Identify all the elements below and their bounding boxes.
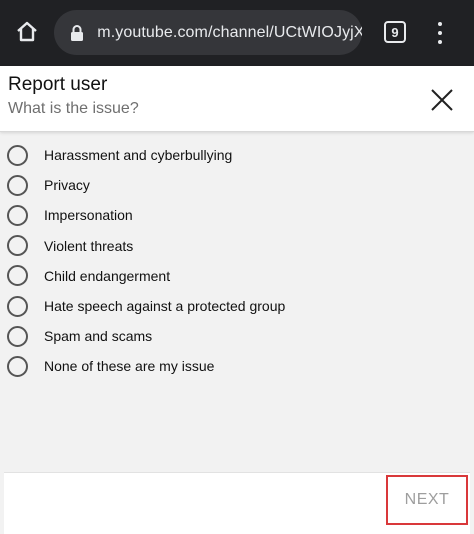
option-none[interactable]: None of these are my issue bbox=[0, 351, 474, 381]
home-button[interactable] bbox=[12, 17, 42, 47]
close-icon bbox=[431, 89, 453, 111]
option-harassment[interactable]: Harassment and cyberbullying bbox=[0, 140, 474, 170]
url-text: m.youtube.com/channel/UCtWIOJyjXx bbox=[97, 23, 362, 41]
browser-toolbar: m.youtube.com/channel/UCtWIOJyjXx 9 bbox=[0, 0, 474, 66]
overflow-menu-icon bbox=[438, 22, 442, 26]
radio-icon[interactable] bbox=[7, 174, 28, 196]
option-label: Spam and scams bbox=[44, 328, 153, 345]
option-label: Hate speech against a protected group bbox=[44, 298, 286, 315]
radio-icon[interactable] bbox=[7, 235, 28, 257]
dialog-title: Report user bbox=[8, 74, 108, 95]
tab-count: 9 bbox=[391, 24, 399, 40]
overflow-menu-button[interactable] bbox=[430, 19, 450, 47]
option-child-endangerment[interactable]: Child endangerment bbox=[0, 261, 474, 291]
option-label: Harassment and cyberbullying bbox=[44, 147, 233, 164]
option-label: Impersonation bbox=[44, 207, 133, 224]
report-user-dialog: Report user What is the issue? Harassmen… bbox=[0, 66, 474, 534]
radio-icon[interactable] bbox=[7, 355, 28, 377]
option-spam-scams[interactable]: Spam and scams bbox=[0, 321, 474, 351]
lock-icon bbox=[68, 24, 85, 42]
radio-icon[interactable] bbox=[7, 204, 28, 226]
option-label: Child endangerment bbox=[44, 267, 171, 284]
issue-options-list: Harassment and cyberbullying Privacy Imp… bbox=[0, 140, 474, 382]
option-impersonation[interactable]: Impersonation bbox=[0, 200, 474, 230]
tab-switcher-button[interactable]: 9 bbox=[384, 21, 406, 43]
option-label: None of these are my issue bbox=[44, 358, 215, 375]
option-privacy[interactable]: Privacy bbox=[0, 170, 474, 200]
address-bar[interactable]: m.youtube.com/channel/UCtWIOJyjXx bbox=[54, 10, 362, 55]
radio-icon[interactable] bbox=[7, 144, 28, 166]
option-hate-speech[interactable]: Hate speech against a protected group bbox=[0, 291, 474, 321]
radio-icon[interactable] bbox=[7, 265, 28, 287]
radio-icon[interactable] bbox=[7, 325, 28, 347]
home-icon bbox=[17, 21, 37, 42]
option-label: Privacy bbox=[44, 177, 90, 194]
dialog-subtitle: What is the issue? bbox=[8, 100, 139, 117]
dialog-footer: NEXT bbox=[4, 472, 470, 534]
next-button[interactable]: NEXT bbox=[386, 475, 468, 525]
option-violent-threats[interactable]: Violent threats bbox=[0, 231, 474, 261]
dialog-header: Report user What is the issue? bbox=[0, 66, 474, 132]
option-label: Violent threats bbox=[44, 237, 134, 254]
radio-icon[interactable] bbox=[7, 295, 28, 317]
close-button[interactable] bbox=[428, 86, 456, 114]
